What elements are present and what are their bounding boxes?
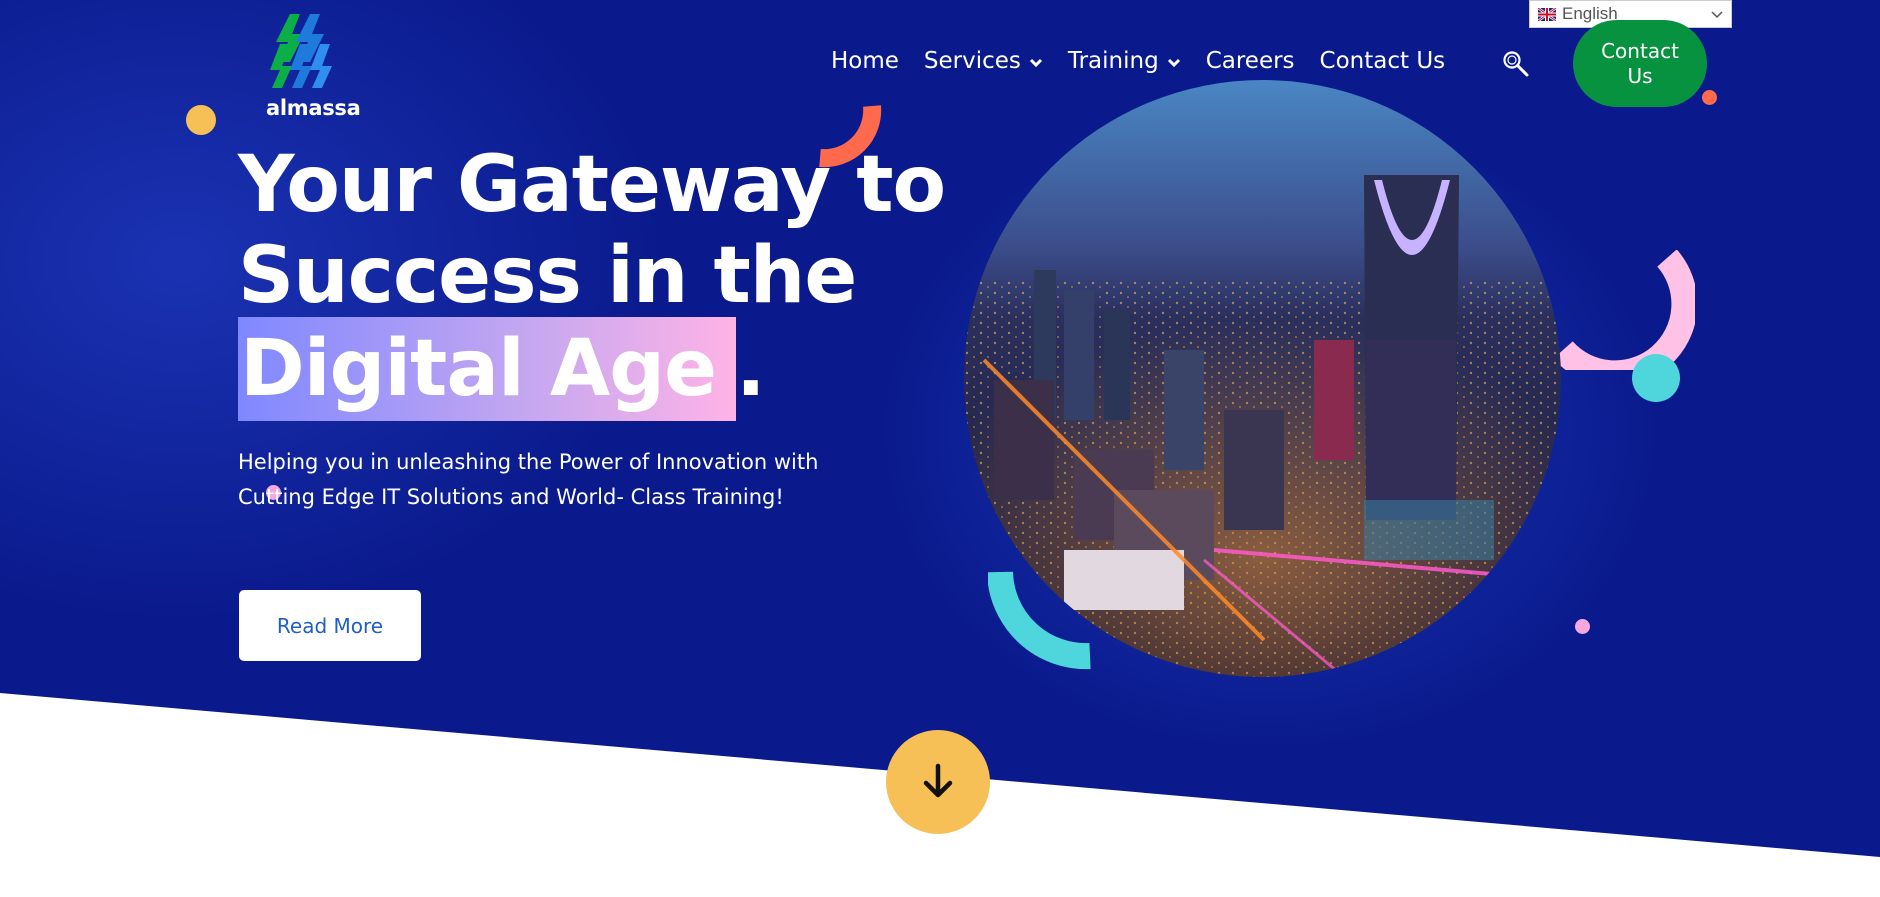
headline-line-2: Success in the xyxy=(238,231,857,321)
headline-line-3: Digital Age. xyxy=(238,317,945,421)
nav-contact-us-label: Contact Us xyxy=(1319,48,1446,74)
headline-line-1: Your Gateway to xyxy=(238,140,946,230)
nav-home-label: Home xyxy=(831,48,899,74)
read-more-label: Read More xyxy=(276,613,384,638)
search-icon[interactable] xyxy=(1502,50,1530,78)
chevron-down-icon xyxy=(1167,48,1181,74)
hero-headline: Your Gateway to Success in the Digital A… xyxy=(238,140,946,421)
read-more-button[interactable]: Read More xyxy=(239,590,421,661)
nav-careers[interactable]: Careers xyxy=(1206,48,1295,74)
main-nav: Home Services Training Careers Contact U… xyxy=(831,48,1470,74)
hero-subtitle: Helping you in unleashing the Power of I… xyxy=(238,450,819,509)
cyan-dot-decoration xyxy=(1632,354,1680,402)
headline-highlight: Digital Age xyxy=(238,317,736,421)
contact-us-button-label: Contact Us xyxy=(1601,38,1679,88)
contact-us-button[interactable]: Contact Us xyxy=(1573,20,1707,107)
chevron-down-icon xyxy=(1029,48,1043,74)
scroll-down-button[interactable] xyxy=(886,730,990,834)
nav-training-label: Training xyxy=(1067,48,1159,74)
uk-flag-icon xyxy=(1538,7,1556,21)
pink-arc-decoration xyxy=(1555,250,1695,370)
nav-training[interactable]: Training xyxy=(1068,48,1181,74)
orange-dot-decoration xyxy=(1702,90,1717,105)
nav-home[interactable]: Home xyxy=(831,48,899,74)
nav-services-label: Services xyxy=(923,48,1021,74)
yellow-dot-decoration xyxy=(186,105,216,135)
nav-careers-label: Careers xyxy=(1205,48,1295,74)
headline-period: . xyxy=(735,324,766,414)
logo-text: almassa xyxy=(266,96,361,120)
cyan-arc-decoration xyxy=(988,571,1091,670)
chevron-down-icon xyxy=(1711,4,1723,24)
arrow-down-icon xyxy=(923,763,953,798)
pink-small-dot-decoration xyxy=(1575,619,1590,634)
nav-contact-us[interactable]: Contact Us xyxy=(1320,48,1446,74)
nav-services[interactable]: Services xyxy=(924,48,1043,74)
